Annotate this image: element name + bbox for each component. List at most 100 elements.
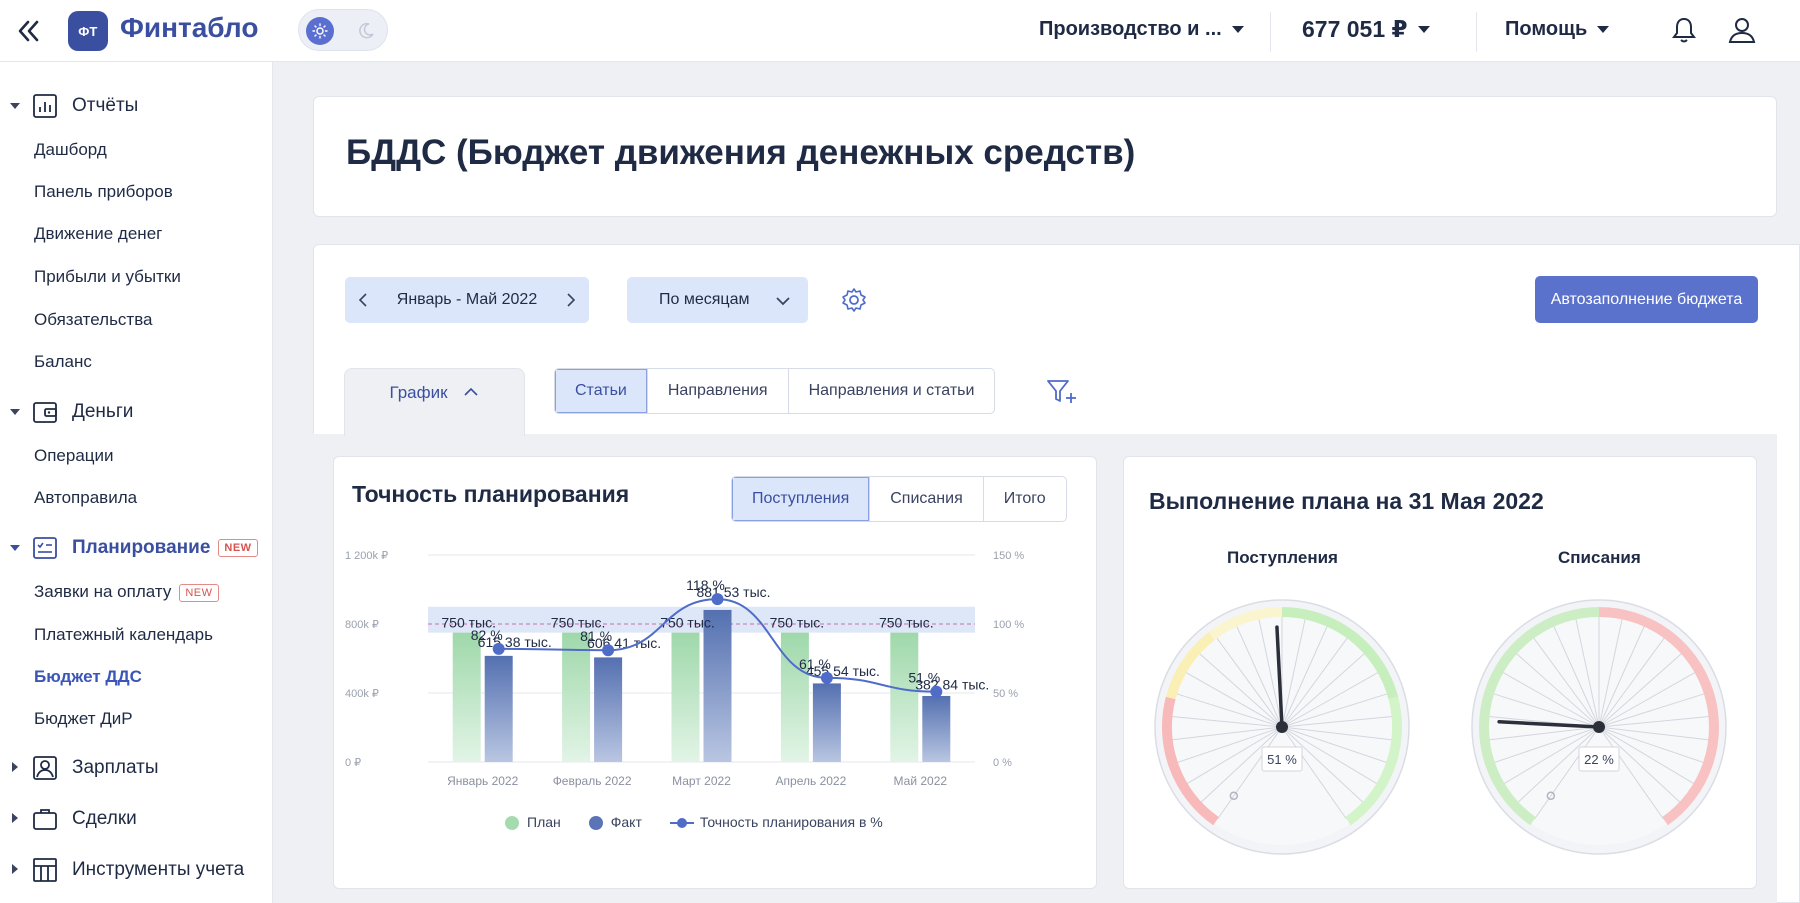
divider [1476,12,1477,52]
nav-item-operations[interactable]: Операции [34,446,114,466]
tab-directions-articles[interactable]: Направления и статьи [789,369,995,413]
legend-dot-icon [505,816,519,831]
new-badge: NEW [179,583,219,602]
gauge-expenses-label: Списания [1558,548,1641,567]
filter-add-icon[interactable] [1046,377,1078,407]
y-right-tick-label: 100 % [993,619,1024,631]
legend-item-accuracy[interactable]: Точность планирования в % [669,814,883,830]
accuracy-point [930,685,943,698]
bar-fact [922,695,951,762]
company-select[interactable]: Производство и ... [1039,18,1244,41]
legend-item-fact[interactable]: Факт [588,814,642,831]
company-select-label: Производство и ... [1039,18,1222,40]
page-title: БДДС (Бюджет движения денежных средств) [346,133,1136,172]
nav-group-reports[interactable]: Отчёты [0,88,273,124]
x-tick-label: Февраль 2022 [553,774,632,788]
fact-data-label: 382 84 тыс. [915,677,989,693]
accuracy-chart: 0 ₽ 400k ₽ 800k ₽ 1 200k ₽ 0 % 50 % 100 % 150 %… [345,550,1024,788]
chevron-right-icon[interactable] [561,291,579,309]
gauge-hub [1276,721,1288,733]
y-left-tick-label: 1 200k ₽ [345,550,388,562]
gauge-value: 51 % [1267,752,1297,767]
gear-icon[interactable] [840,286,868,314]
caret-right-icon [12,864,18,874]
title-card: БДДС (Бюджет движения денежных средств) [313,96,1777,217]
chevron-up-icon [463,387,478,396]
nav-item-balance[interactable]: Баланс [34,352,92,372]
nav-item-payment-requests[interactable]: Заявки на оплату NEW [34,582,219,602]
caret-right-icon [12,762,18,772]
bar-fact [812,683,841,762]
nav-item-dashboard[interactable]: Дашборд [34,140,107,160]
nav-item-bdr[interactable]: Бюджет ДиР [34,709,133,729]
nav-item-liabilities[interactable]: Обязательства [34,310,153,330]
autofill-budget-button[interactable]: Автозаполнение бюджета [1535,276,1758,323]
nav-group-tools[interactable]: Инструменты учета [0,852,273,888]
nav-group-label: Планирование NEW [72,537,258,559]
theme-toggle[interactable] [298,9,388,51]
nav-item-autorules[interactable]: Автоправила [34,488,137,508]
tab-articles[interactable]: Статьи [555,369,648,413]
briefcase-icon [33,809,57,830]
nav-item-payment-calendar[interactable]: Платежный календарь [34,625,213,645]
plan-card-title: Выполнение плана на 31 Мая 2022 [1149,488,1544,514]
bar-plan [890,632,919,762]
collapse-sidebar-icon[interactable] [12,16,44,46]
plan-data-label: 750 тыс. [770,615,825,631]
tab-directions[interactable]: Направления [648,369,789,413]
accuracy-tabs: Поступления Списания Итого [731,476,1067,522]
logo-badge[interactable]: ФТ [68,11,108,51]
gauge-hub [1593,721,1605,733]
legend-item-plan[interactable]: План [505,814,561,831]
grouping-select[interactable]: По месяцам [627,277,808,323]
accuracy-point [820,671,833,684]
date-range-picker[interactable]: Январь - Май 2022 [345,277,589,323]
bar-plan [562,632,591,762]
chevron-down-icon [1597,26,1610,33]
tab-income[interactable]: Поступления [732,477,871,521]
accuracy-point [492,642,505,655]
x-tick-label: Апрель 2022 [776,774,847,788]
plan-data-label: 750 тыс. [879,615,934,631]
y-right-tick-label: 0 % [993,757,1012,769]
user-icon[interactable] [1726,14,1758,46]
bell-icon[interactable] [1668,14,1700,46]
nav-item-panel[interactable]: Панель приборов [34,182,173,202]
nav-group-planning[interactable]: Планирование NEW [0,530,273,566]
person-card-icon [33,756,57,780]
y-left-tick-label: 0 ₽ [345,757,361,769]
nav-item-pnl[interactable]: Прибыли и убытки [34,267,181,287]
legend-dot-icon [588,816,603,831]
logo-text[interactable]: Финтабло [120,12,258,44]
chevron-down-icon [1417,26,1430,33]
nav-group-salaries[interactable]: Зарплаты [0,750,273,786]
help-select[interactable]: Помощь [1505,18,1610,41]
chart-legend: План Факт Точность планирования в % [505,814,883,831]
legend-label: План [527,814,561,830]
bar-plan [671,632,700,762]
moon-icon[interactable] [353,18,379,44]
nav-item-bdds[interactable]: Бюджет ДДС [34,667,142,687]
y-left-tick-label: 800k ₽ [345,619,379,631]
balance-select[interactable]: 677 051 ₽ [1302,16,1430,43]
chevron-left-icon[interactable] [355,291,373,309]
sun-icon[interactable] [306,17,334,45]
nav-item-cashflow[interactable]: Движение денег [34,224,162,244]
tab-graph[interactable]: График [344,368,525,436]
y-right-tick-label: 50 % [993,688,1018,700]
x-tick-label: Январь 2022 [447,774,518,788]
nav-group-deals[interactable]: Сделки [0,801,273,837]
bar-fact [703,609,732,762]
help-label: Помощь [1505,18,1588,40]
tab-expenses[interactable]: Списания [870,477,984,521]
nav-group-label: Отчёты [72,95,139,116]
nav-group-money[interactable]: Деньги [0,394,273,430]
x-tick-label: Май 2022 [894,774,948,788]
gauge-income: 51 % [1154,599,1410,855]
top-bar: ФТ Финтабло Производство и ... 677 051 ₽… [0,0,1800,62]
bar-plan [452,632,481,762]
gauge-income-label: Поступления [1227,548,1338,567]
nav-group-label: Сделки [72,808,137,829]
tab-total[interactable]: Итого [984,477,1066,521]
chevron-down-icon [1231,26,1244,33]
